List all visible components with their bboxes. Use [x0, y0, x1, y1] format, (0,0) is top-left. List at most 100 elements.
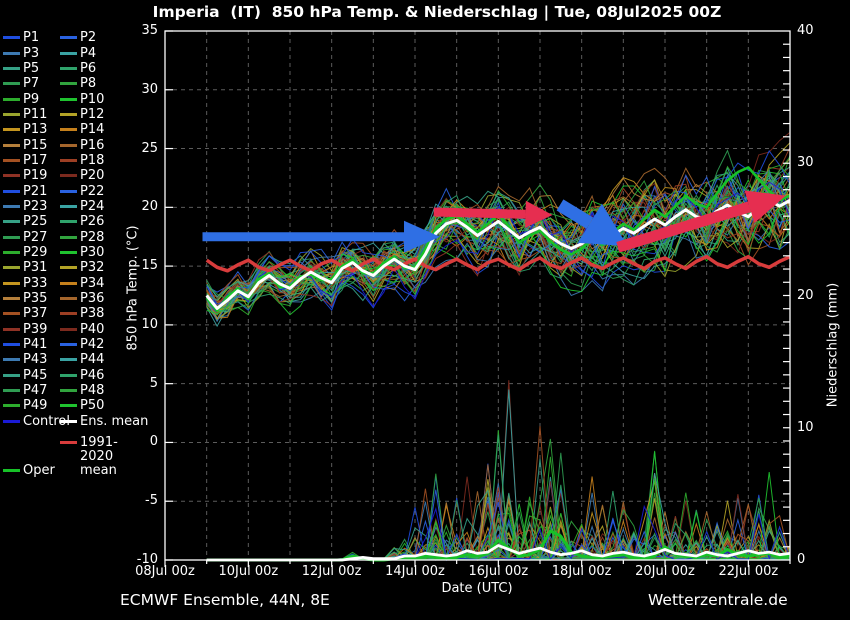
legend-member-label: P24 — [80, 199, 104, 214]
legend-member-label: P2 — [80, 30, 96, 45]
member-line-swatch — [60, 312, 77, 315]
legend-member-label: P36 — [80, 291, 104, 306]
member-line-swatch — [3, 159, 20, 162]
legend-oper-label: Oper — [23, 463, 55, 478]
member-line-swatch — [60, 358, 77, 361]
member-line-swatch — [60, 159, 77, 162]
legend-member-label: P19 — [23, 168, 47, 183]
temp-tick-label: 35 — [124, 23, 158, 38]
legend-member-label: P6 — [80, 61, 96, 76]
legend-member-item: P45 — [3, 368, 60, 383]
legend-member-label: P40 — [80, 322, 104, 337]
member-line-swatch — [3, 144, 20, 147]
legend-member-item: P18 — [60, 153, 117, 168]
legend-member-item: P10 — [60, 91, 117, 106]
precip-tick-label: 20 — [797, 288, 831, 303]
legend-member-label: P9 — [23, 92, 39, 107]
legend-member-label: P13 — [23, 122, 47, 137]
legend-member-item: P31 — [3, 260, 60, 275]
member-line-swatch — [3, 404, 20, 407]
legend-member-item: P29 — [3, 245, 60, 260]
member-line-swatch — [3, 297, 20, 300]
member-line-swatch — [3, 174, 20, 177]
legend-member-item: P4 — [60, 45, 117, 60]
legend-member-item: P33 — [3, 276, 60, 291]
legend-member-label: P49 — [23, 398, 47, 413]
legend-row-control: Control Ens. mean — [3, 414, 133, 429]
legend-row-climate-oper: Oper 1991-2020 mean — [3, 436, 143, 478]
legend-member-item: P41 — [3, 337, 60, 352]
legend-member-item: P11 — [3, 107, 60, 122]
legend-member-label: P5 — [23, 61, 39, 76]
member-line-swatch — [3, 82, 20, 85]
legend-member-label: P26 — [80, 214, 104, 229]
legend-ens-mean-label: Ens. mean — [80, 414, 148, 429]
legend-member-item: P47 — [3, 383, 60, 398]
date-tick-label: 12Jul 00z — [294, 564, 370, 579]
legend-member-item: P1 — [3, 30, 60, 45]
legend-member-item: P3 — [3, 45, 60, 60]
member-line-swatch — [60, 297, 77, 300]
legend-member-item: P42 — [60, 337, 117, 352]
member-line-swatch — [60, 113, 77, 116]
legend-member-item: P12 — [60, 107, 117, 122]
member-line-swatch — [60, 144, 77, 147]
member-line-swatch — [3, 328, 20, 331]
member-line-swatch — [60, 67, 77, 70]
legend-member-label: P31 — [23, 260, 47, 275]
legend-member-item: P9 — [3, 91, 60, 106]
member-line-swatch — [3, 205, 20, 208]
member-line-swatch — [3, 190, 20, 193]
ensemble-legend: P1P2P3P4P5P6P7P8P9P10P11P12P13P14P15P16P… — [3, 30, 143, 478]
trend-arrow-blue — [203, 221, 441, 253]
date-axis-label: Date (UTC) — [377, 581, 577, 596]
temp-tick-label: 0 — [124, 434, 158, 449]
legend-member-item: P43 — [3, 352, 60, 367]
legend-member-item: P28 — [60, 229, 117, 244]
legend-member-label: P14 — [80, 122, 104, 137]
member-line-swatch — [3, 251, 20, 254]
legend-member-label: P10 — [80, 92, 104, 107]
legend-member-label: P25 — [23, 214, 47, 229]
legend-member-label: P1 — [23, 30, 39, 45]
legend-member-label: P39 — [23, 322, 47, 337]
member-line-swatch — [60, 266, 77, 269]
legend-member-label: P46 — [80, 368, 104, 383]
member-line-swatch — [3, 236, 20, 239]
legend-item-ens-mean: Ens. mean — [60, 414, 117, 429]
member-line-swatch — [60, 205, 77, 208]
legend-member-item: P7 — [3, 76, 60, 91]
member-line-swatch — [60, 52, 77, 55]
legend-member-label: P35 — [23, 291, 47, 306]
legend-member-label: P21 — [23, 184, 47, 199]
legend-member-label: P15 — [23, 138, 47, 153]
legend-member-item: P2 — [60, 30, 117, 45]
legend-member-item: P38 — [60, 306, 117, 321]
legend-member-label: P7 — [23, 76, 39, 91]
legend-member-label: P23 — [23, 199, 47, 214]
member-line-swatch — [3, 266, 20, 269]
legend-member-item: P30 — [60, 245, 117, 260]
legend-member-label: P3 — [23, 46, 39, 61]
precip-tick-label: 40 — [797, 23, 831, 38]
legend-member-item: P32 — [60, 260, 117, 275]
member-line-swatch — [60, 190, 77, 193]
member-line-swatch — [60, 36, 77, 39]
legend-member-label: P16 — [80, 138, 104, 153]
legend-member-item: P23 — [3, 199, 60, 214]
legend-member-label: P50 — [80, 398, 104, 413]
legend-member-item: P34 — [60, 276, 117, 291]
member-line-swatch — [60, 251, 77, 254]
member-line-swatch — [3, 36, 20, 39]
legend-member-item: P44 — [60, 352, 117, 367]
legend-member-item: P17 — [3, 153, 60, 168]
legend-member-item: P48 — [60, 383, 117, 398]
legend-member-item: P46 — [60, 368, 117, 383]
legend-item-control: Control — [3, 414, 60, 429]
legend-member-item: P5 — [3, 61, 60, 76]
legend-member-label: P18 — [80, 153, 104, 168]
control-line-swatch — [3, 420, 20, 423]
temp-tick-label: 25 — [124, 141, 158, 156]
date-tick-label: 10Jul 00z — [210, 564, 286, 579]
legend-member-label: P22 — [80, 184, 104, 199]
